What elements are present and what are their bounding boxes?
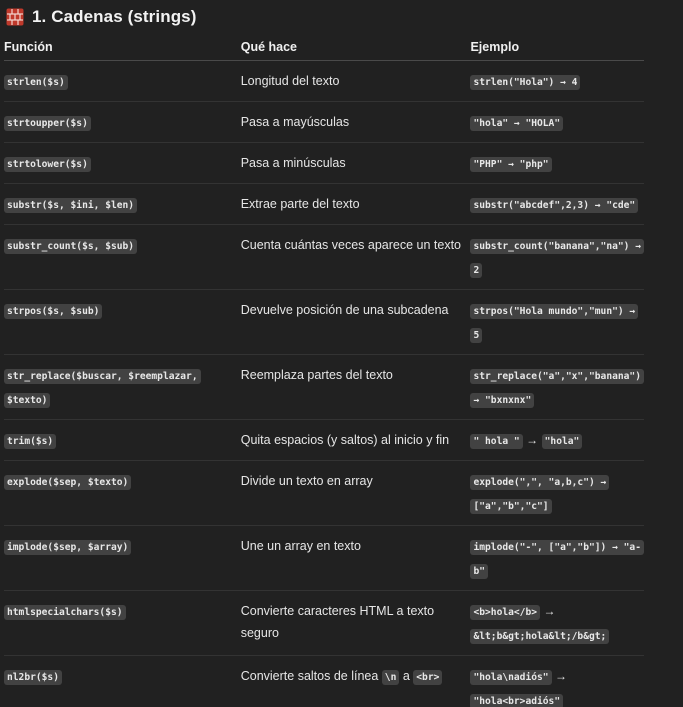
example-code: "hola": [541, 434, 583, 449]
table-row: nl2br($s) Convierte saltos de línea \n a…: [4, 656, 644, 707]
table-header-row: Función Qué hace Ejemplo: [4, 34, 644, 61]
table-row: strtoupper($s) Pasa a mayúsculas "hola" …: [4, 101, 644, 143]
table-row: htmlspecialchars($s) Convierte caractere…: [4, 590, 644, 656]
description: Pasa a mayúsculas: [240, 115, 350, 129]
description-text: Convierte saltos de línea: [240, 669, 379, 683]
arrow-text: →: [555, 669, 568, 683]
table-row: substr_count($s, $sub) Cuenta cuántas ve…: [4, 224, 644, 290]
brick-icon: [6, 8, 24, 26]
header-funcion: Función: [4, 34, 241, 61]
inline-code: <br>: [413, 670, 443, 685]
example-code: strlen("Hola") → 4: [470, 75, 581, 90]
page: 1. Cadenas (strings) Función Qué hace Ej…: [0, 0, 683, 707]
example-code: "hola<br>adiós": [470, 694, 564, 707]
description: Reemplaza partes del texto: [240, 368, 393, 382]
function-code: substr_count($s, $sub): [4, 239, 138, 254]
example-code: str_replace("a","x","banana") → "bxnxnx": [470, 369, 644, 408]
example-code: "hola" → "HOLA": [470, 116, 564, 131]
example-code: " hola ": [470, 434, 523, 449]
description: Convierte caracteres HTML a texto seguro: [240, 604, 435, 640]
header-que-hace: Qué hace: [240, 34, 471, 61]
function-code: nl2br($s): [4, 670, 62, 685]
functions-table: Función Qué hace Ejemplo strlen($s) Long…: [4, 34, 644, 707]
arrow-text: →: [543, 604, 556, 618]
example-code: substr_count("banana","na") → 2: [470, 239, 644, 278]
description: Devuelve posición de una subcadena: [240, 303, 449, 317]
arrow-text: →: [526, 433, 539, 447]
example-code: strpos("Hola mundo","mun") → 5: [470, 304, 639, 343]
description: Longitud del texto: [240, 74, 340, 88]
table-row: strtolower($s) Pasa a minúsculas "PHP" →…: [4, 142, 644, 184]
function-code: strlen($s): [4, 75, 68, 90]
table-row: explode($sep, $texto) Divide un texto en…: [4, 460, 644, 526]
function-code: strtolower($s): [4, 157, 91, 172]
function-code: trim($s): [4, 434, 57, 449]
example-code: &lt;b&gt;hola&lt;/b&gt;: [470, 629, 610, 644]
function-code: htmlspecialchars($s): [4, 605, 126, 620]
function-code: strtoupper($s): [4, 116, 91, 131]
description: Une un array en texto: [240, 539, 361, 553]
function-code: implode($sep, $array): [4, 540, 132, 555]
example-code: substr("abcdef",2,3) → "cde": [470, 198, 639, 213]
section-heading: 1. Cadenas (strings): [6, 4, 683, 30]
example-code: "hola\nadiós": [470, 670, 552, 685]
table-row: trim($s) Quita espacios (y saltos) al in…: [4, 419, 644, 461]
example-code: implode("-", ["a","b"]) → "a-b": [470, 540, 644, 579]
function-code: str_replace($buscar, $reemplazar, $texto…: [4, 369, 201, 408]
table-row: strlen($s) Longitud del texto strlen("Ho…: [4, 60, 644, 102]
description: Pasa a minúsculas: [240, 156, 346, 170]
section-title: 1. Cadenas (strings): [32, 7, 197, 26]
description: Extrae parte del texto: [240, 197, 360, 211]
inline-code: \n: [381, 670, 400, 685]
example-code: <b>hola</b>: [470, 605, 541, 620]
table-row: substr($s, $ini, $len) Extrae parte del …: [4, 183, 644, 225]
description: Quita espacios (y saltos) al inicio y fi…: [240, 433, 450, 447]
function-code: substr($s, $ini, $len): [4, 198, 138, 213]
function-code: explode($sep, $texto): [4, 475, 132, 490]
table-row: implode($sep, $array) Une un array en te…: [4, 525, 644, 591]
function-code: strpos($s, $sub): [4, 304, 103, 319]
example-code: explode(",", "a,b,c") → ["a","b","c"]: [470, 475, 610, 514]
description: Convierte saltos de línea \n a <br>: [241, 656, 471, 696]
description: Divide un texto en array: [240, 474, 373, 488]
description-text: a: [402, 669, 410, 683]
table-row: strpos($s, $sub) Devuelve posición de un…: [4, 289, 644, 355]
description: Cuenta cuántas veces aparece un texto: [240, 238, 462, 252]
header-ejemplo: Ejemplo: [470, 34, 644, 61]
example-code: "PHP" → "php": [470, 157, 552, 172]
table-row: str_replace($buscar, $reemplazar, $texto…: [4, 354, 644, 420]
